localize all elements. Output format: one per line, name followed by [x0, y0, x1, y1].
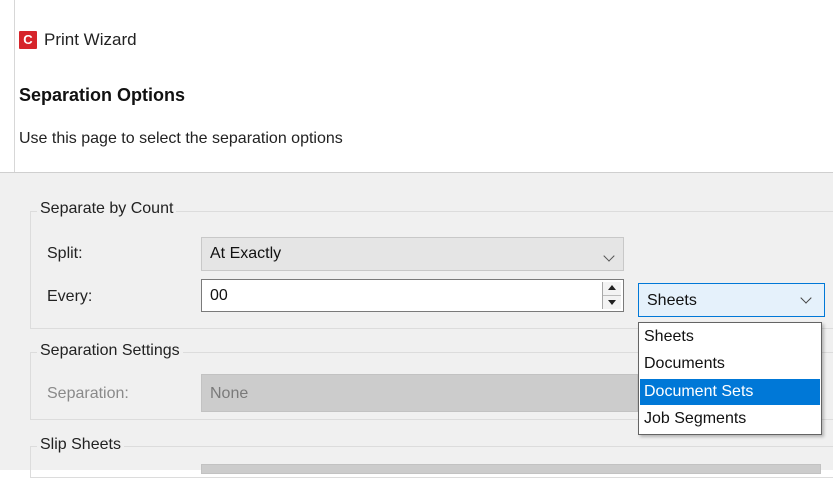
unit-dropdown-list: Sheets Documents Document Sets Job Segme… — [638, 322, 822, 435]
separation-select[interactable]: None — [201, 374, 638, 412]
dropdown-option-job-segments[interactable]: Job Segments — [640, 406, 820, 432]
separate-by-count-label: Separate by Count — [37, 200, 177, 218]
arrow-down-icon — [608, 300, 616, 305]
spin-up-button[interactable] — [603, 282, 621, 296]
page-description: Use this page to select the separation o… — [19, 130, 343, 147]
slip-sheets-select[interactable] — [201, 464, 821, 474]
every-label: Every: — [47, 288, 93, 305]
arrow-up-icon — [608, 285, 616, 290]
chevron-down-icon — [800, 292, 812, 304]
app-logo-icon: C — [19, 31, 37, 49]
title-bar: C Print Wizard — [0, 0, 833, 78]
split-label: Split: — [47, 245, 83, 262]
split-select-value: At Exactly — [210, 245, 282, 262]
separation-settings-label: Separation Settings — [37, 342, 183, 360]
every-spinbox[interactable]: 00 — [201, 279, 624, 312]
header-left-rule — [14, 0, 15, 172]
dropdown-option-documents[interactable]: Documents — [640, 351, 820, 377]
chevron-down-icon — [603, 250, 615, 262]
separation-label: Separation: — [47, 385, 129, 402]
window-title: Print Wizard — [44, 30, 137, 49]
unit-select-value: Sheets — [647, 292, 697, 309]
separation-select-value: None — [210, 385, 249, 402]
slip-sheets-label: Slip Sheets — [37, 436, 124, 454]
page-title: Separation Options — [19, 85, 186, 105]
spin-buttons — [602, 282, 621, 309]
every-input[interactable]: 00 — [210, 287, 228, 305]
dropdown-option-sheets[interactable]: Sheets — [640, 324, 820, 350]
unit-select[interactable]: Sheets — [638, 283, 825, 317]
split-select[interactable]: At Exactly — [201, 237, 624, 271]
spin-down-button[interactable] — [603, 296, 621, 309]
dropdown-option-document-sets[interactable]: Document Sets — [640, 379, 820, 405]
